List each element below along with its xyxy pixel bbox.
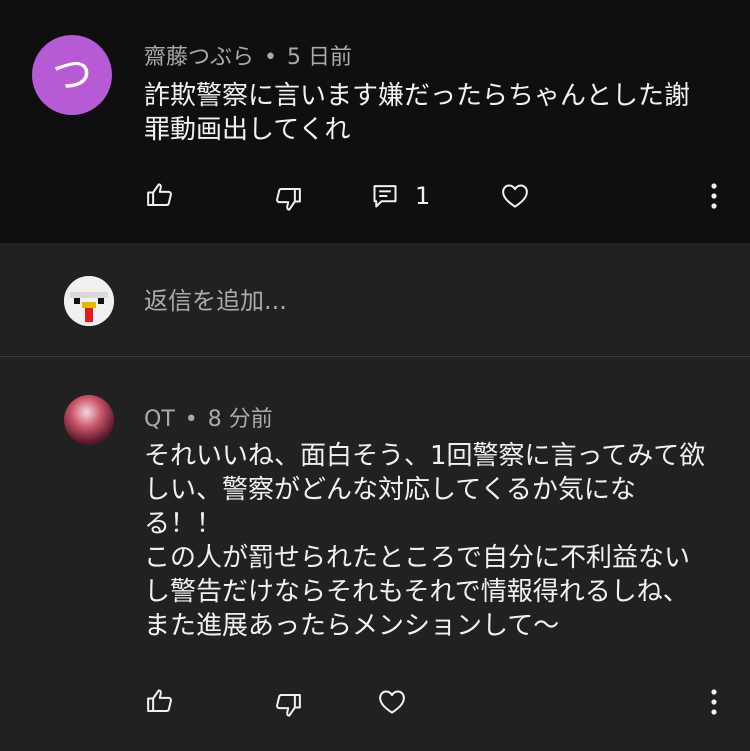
comment-text: 詐欺警察に言います嫌だったらちゃんとした謝 罪動画出してくれ	[144, 79, 690, 147]
thumb-up-icon	[147, 689, 172, 712]
comment-text-line: しい、警察がどんな対応してくるか気にな	[144, 475, 636, 505]
author-avatar[interactable]	[64, 395, 114, 445]
comment-time: 5 日前	[287, 45, 352, 70]
thumb-down-icon	[276, 694, 301, 717]
comment-text-line: また進展あったらメンションして〜	[144, 611, 560, 641]
reply-button[interactable]: 1	[371, 181, 430, 211]
comment-text-line: それいいね、面白そう、1回警察に言ってみて欲	[144, 441, 706, 471]
comment-meta: 齋藤つぶら • 5 日前	[144, 39, 352, 71]
comment-text-line: る！！	[144, 509, 223, 539]
heart-button[interactable]	[377, 687, 407, 717]
comment-text-line: 罪動画出してくれ	[144, 115, 351, 145]
heart-icon	[379, 690, 405, 714]
like-button[interactable]	[145, 686, 175, 716]
current-user-avatar	[64, 276, 114, 326]
more-vertical-icon	[711, 689, 717, 715]
comment-time: 8 分前	[207, 407, 273, 432]
more-vertical-icon	[711, 183, 717, 209]
like-button[interactable]	[145, 180, 175, 210]
comment-meta: QT • 8 分前	[144, 401, 273, 433]
comment-text-line: 詐欺警察に言います嫌だったらちゃんとした謝	[144, 81, 691, 111]
heart-button[interactable]	[500, 181, 530, 211]
heart-icon	[502, 184, 528, 208]
reply-count: 1	[415, 182, 431, 210]
dislike-button[interactable]	[273, 184, 303, 214]
comment-text-line: し警告だけならそれもそれで情報得れるしね、	[144, 577, 689, 607]
more-options-button[interactable]	[699, 684, 729, 720]
meta-separator: •	[184, 407, 198, 432]
comment-text-line: この人が罰せられたところで自分に不利益ない	[144, 543, 691, 573]
thumb-up-icon	[147, 183, 172, 206]
comment-text: それいいね、面白そう、1回警察に言ってみて欲 しい、警察がどんな対応してくるか気…	[144, 439, 705, 643]
comment-thread-1: つ 齋藤つぶら • 5 日前 詐欺警察に言います嫌だったらちゃんとした謝 罪動画出し…	[0, 0, 750, 243]
author-name[interactable]: QT	[144, 407, 175, 432]
reply-divider	[0, 356, 750, 357]
author-avatar[interactable]: つ	[32, 35, 112, 115]
thumb-down-icon	[276, 188, 301, 211]
dislike-button[interactable]	[273, 690, 303, 720]
more-options-button[interactable]	[699, 178, 729, 214]
add-reply-input[interactable]	[144, 282, 704, 320]
comment-icon	[373, 185, 397, 208]
meta-separator: •	[264, 45, 277, 70]
author-name[interactable]: 齋藤つぶら	[144, 45, 254, 70]
